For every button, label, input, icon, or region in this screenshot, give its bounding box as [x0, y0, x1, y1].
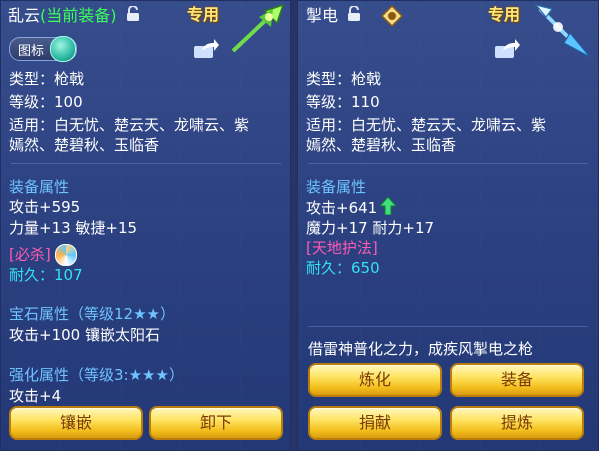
lock-icon[interactable]: [347, 4, 361, 28]
enhance-attributes-line: 攻击+4: [9, 387, 62, 405]
up-arrow-icon: [379, 196, 398, 220]
item-description: 借雷神普化之力，成疾风掣电之枪: [308, 340, 534, 358]
suitable-line-2: 嫣然、楚碧秋、玉临香: [9, 136, 160, 154]
donate-button[interactable]: 捐献: [308, 406, 442, 440]
special-skill-label: [天地护法]: [306, 239, 378, 257]
type-line: 类型：枪戟: [9, 70, 85, 88]
divider: [308, 163, 588, 164]
share-icon[interactable]: [494, 39, 520, 63]
divider: [308, 326, 588, 327]
current-equipped-tag: (当前装备): [40, 6, 117, 25]
attack-row: 攻击+641: [306, 196, 398, 220]
special-skill-row: [必杀]: [9, 244, 77, 266]
durability: 耐久：650: [306, 259, 380, 277]
exclusive-badge: 专用: [488, 5, 521, 24]
refine-button[interactable]: 炼化: [308, 363, 442, 397]
item-title: 乱云(当前装备): [8, 4, 140, 28]
compare-equipment-panel: 掣电 专用 类型：枪戟 等级：110 适用：白无忧、楚云天、龙啸云、紫 嫣然、楚…: [297, 0, 599, 451]
gem-attributes-line: 攻击+100 镶嵌太阳石: [9, 326, 160, 344]
suitable-line-1: 适用：白无忧、楚云天、龙啸云、紫: [9, 116, 250, 134]
suitable-line-1: 适用：白无忧、楚云天、龙啸云、紫: [306, 116, 547, 134]
special-skill-label: [必杀]: [9, 245, 51, 264]
attributes-header: 装备属性: [9, 178, 70, 196]
share-icon[interactable]: [193, 39, 219, 63]
evaluate-icon[interactable]: [380, 4, 404, 31]
toggle-knob: [50, 36, 76, 62]
attack-stat: 攻击+641: [306, 199, 378, 217]
gem-attributes-header: 宝石属性（等级12★★）: [9, 305, 175, 323]
item-name: 乱云: [8, 6, 41, 25]
weapon-icon: [534, 3, 592, 63]
level-line: 等级：100: [9, 93, 83, 111]
weapon-icon: [229, 3, 289, 59]
attack-stat: 攻击+595: [9, 198, 81, 216]
lock-icon[interactable]: [126, 4, 140, 28]
level-line: 等级：110: [306, 93, 380, 111]
unequip-button[interactable]: 卸下: [149, 406, 283, 440]
special-skill-icon: [54, 244, 77, 266]
enhance-attributes-header: 强化属性（等级3:★★★）: [9, 366, 184, 384]
icon-toggle[interactable]: 图标: [9, 36, 77, 62]
item-title: 掣电: [306, 4, 361, 28]
attributes-header: 装备属性: [306, 178, 367, 196]
equip-button[interactable]: 装备: [450, 363, 584, 397]
toggle-label: 图标: [18, 44, 45, 59]
current-equipment-panel: 乱云(当前装备) 专用 图标 类型：枪戟 等级：100 适用：白无忧、楚云天、龙…: [0, 0, 291, 451]
exclusive-badge: 专用: [187, 5, 220, 24]
type-line: 类型：枪戟: [306, 70, 382, 88]
bonus-stats: 力量+13 敏捷+15: [9, 219, 138, 237]
inlay-button[interactable]: 镶嵌: [9, 406, 143, 440]
suitable-line-2: 嫣然、楚碧秋、玉临香: [306, 136, 457, 154]
durability: 耐久：107: [9, 266, 83, 284]
extract-button[interactable]: 提炼: [450, 406, 584, 440]
item-name: 掣电: [306, 6, 339, 25]
divider: [11, 163, 281, 164]
bonus-stats: 魔力+17 耐力+17: [306, 219, 435, 237]
